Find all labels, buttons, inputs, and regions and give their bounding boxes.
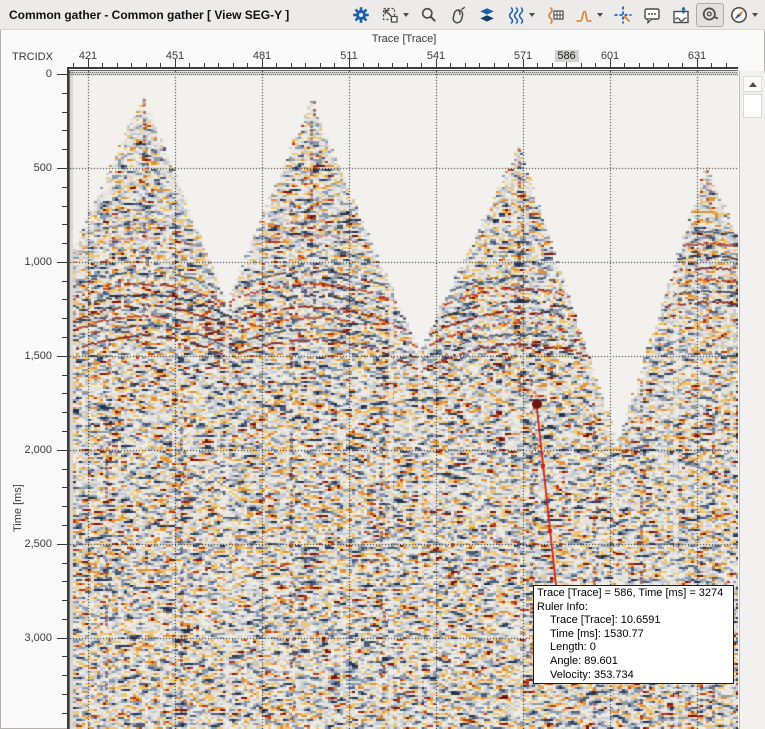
y-tick-label: 2,000 — [2, 444, 52, 456]
ruler-info-item: Velocity: 353.734 — [537, 669, 733, 683]
y-tick-label: 3,000 — [2, 632, 52, 644]
x-tick — [88, 59, 89, 67]
wiggle-display-dropdown-icon[interactable] — [529, 13, 535, 17]
fit-extent-button[interactable] — [376, 3, 414, 27]
ruler-tooltip: Trace [Trace] = 586, Time [ms] = 3274 Ru… — [533, 585, 734, 684]
toolbar — [346, 0, 763, 30]
x-tick — [697, 59, 698, 67]
up-arrow-icon — [749, 82, 757, 87]
x-tick — [175, 59, 176, 67]
y-tick — [57, 544, 67, 545]
window-title: Common gather - Common gather [ View SEG… — [0, 8, 289, 22]
compass-button[interactable] — [725, 3, 763, 27]
y-tick — [57, 262, 67, 263]
ruler-icon — [701, 6, 719, 24]
x-axis-line — [68, 67, 738, 69]
y-tick-label: 1,500 — [2, 350, 52, 362]
ruler-info-list: Trace [Trace]: 10.6591Time [ms]: 1530.77… — [537, 614, 733, 682]
tooltip-position-line: Trace [Trace] = 586, Time [ms] = 3274 — [537, 587, 733, 601]
y-tick-label: 2,500 — [2, 538, 52, 550]
settings-button[interactable] — [347, 3, 375, 27]
comment-icon — [643, 6, 661, 24]
trace-table-icon — [546, 6, 564, 24]
x-tick — [436, 59, 437, 67]
histogram-button[interactable] — [570, 3, 608, 27]
zoom-button[interactable] — [415, 3, 443, 27]
fit-extent-dropdown-icon[interactable] — [403, 13, 409, 17]
settings-icon — [352, 6, 370, 24]
scroll-up-button[interactable] — [743, 76, 762, 92]
corner-label: TRCIDX — [12, 51, 53, 63]
compass-icon — [730, 6, 748, 24]
crosshair-button[interactable] — [609, 3, 637, 27]
ruler-info-item: Time [ms]: 1530.77 — [537, 628, 733, 642]
y-tick — [57, 356, 67, 357]
layers-button[interactable] — [473, 3, 501, 27]
y-tick — [57, 74, 67, 75]
compass-dropdown-icon[interactable] — [752, 13, 758, 17]
x-tick — [523, 59, 524, 67]
ruler-info-item: Length: 0 — [537, 641, 733, 655]
scrollbar-thumb[interactable] — [743, 94, 762, 118]
x-axis-title: Trace [Trace] — [70, 33, 738, 45]
crosshair-icon — [614, 6, 632, 24]
cursor-trace-label: 586 — [554, 50, 578, 62]
y-tick-label: 0 — [2, 68, 52, 80]
titlebar: Common gather - Common gather [ View SEG… — [0, 0, 765, 30]
y-tick — [57, 168, 67, 169]
x-tick — [262, 59, 263, 67]
mouse-pan-icon — [449, 6, 467, 24]
trace-table-button[interactable] — [541, 3, 569, 27]
wiggle-display-button[interactable] — [502, 3, 540, 27]
y-tick — [57, 450, 67, 451]
comment-button[interactable] — [638, 3, 666, 27]
export-image-button[interactable] — [667, 3, 695, 27]
layers-icon — [478, 6, 496, 24]
fit-extent-icon — [381, 6, 399, 24]
tooltip-ruler-header: Ruler Info: — [537, 601, 733, 615]
histogram-icon — [575, 6, 593, 24]
y-axis-title: Time [ms] — [12, 484, 24, 532]
ruler-info-item: Trace [Trace]: 10.6591 — [537, 614, 733, 628]
vertical-scrollbar[interactable] — [739, 71, 765, 729]
y-tick-label: 1,000 — [2, 256, 52, 268]
y-tick-label: 500 — [2, 162, 52, 174]
wiggle-display-icon — [507, 6, 525, 24]
x-tick — [349, 59, 350, 67]
ruler-button[interactable] — [696, 3, 724, 27]
y-tick — [57, 638, 67, 639]
histogram-dropdown-icon[interactable] — [597, 13, 603, 17]
ruler-info-item: Angle: 89.601 — [537, 655, 733, 669]
zoom-icon — [420, 6, 438, 24]
export-image-icon — [672, 6, 690, 24]
x-tick — [610, 59, 611, 67]
app-window: Common gather - Common gather [ View SEG… — [0, 0, 765, 729]
mouse-pan-button[interactable] — [444, 3, 472, 27]
